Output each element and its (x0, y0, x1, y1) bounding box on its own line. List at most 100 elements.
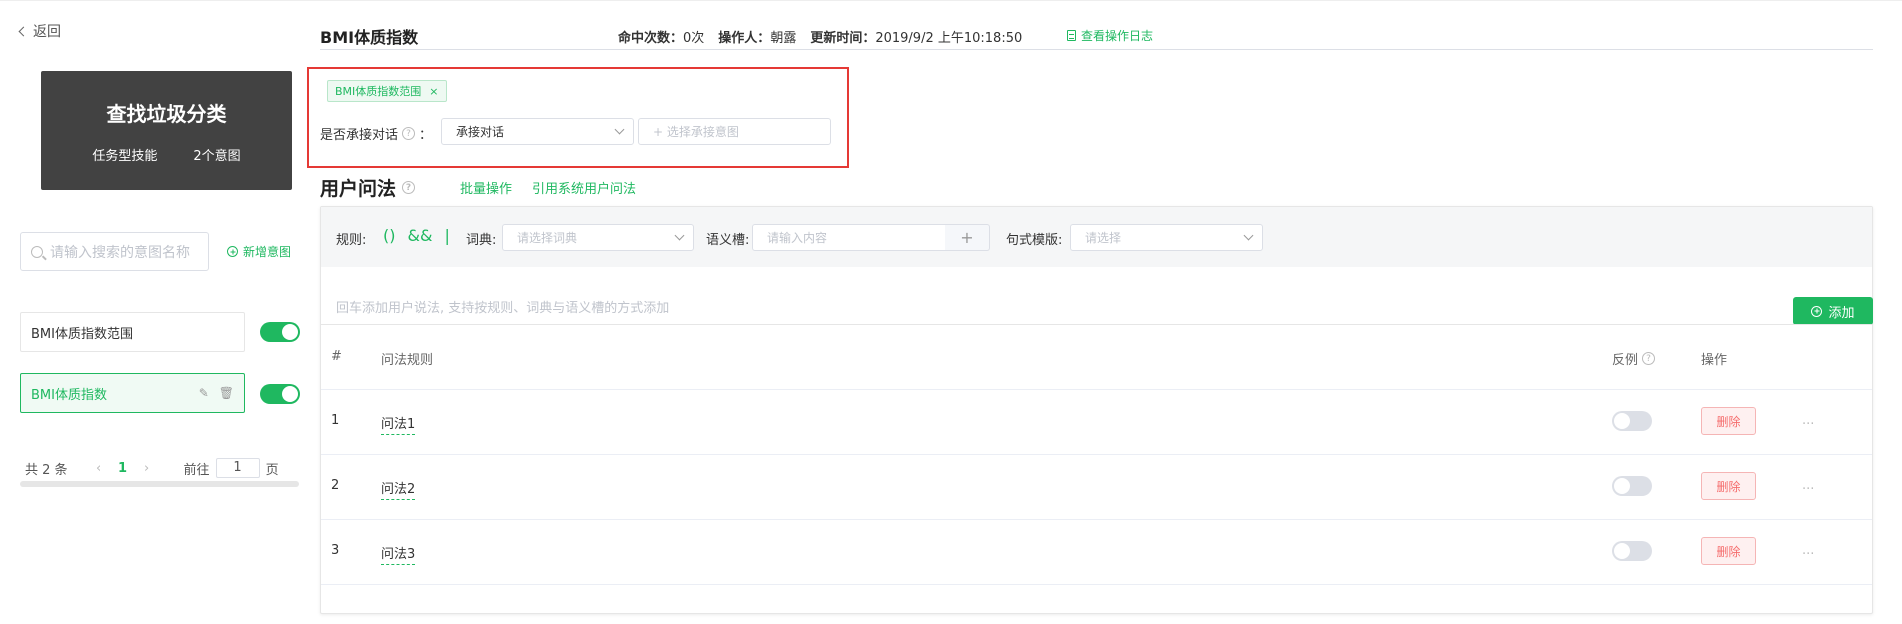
next-page-icon[interactable]: › (134, 461, 160, 476)
edit-icon[interactable]: ✎ (199, 386, 209, 400)
utterance-input[interactable]: 回车添加用户说法, 支持按规则、词典与语义槽的方式添加 (336, 297, 669, 316)
rule-text[interactable]: 问法1 (381, 417, 416, 435)
paren-operator[interactable]: () (383, 226, 395, 245)
table-row: 问法2 (381, 478, 416, 500)
table-top-divider (321, 324, 1872, 325)
follow-label-text: 是否承接对话 (320, 128, 399, 143)
intent-enable-toggle[interactable] (260, 384, 300, 404)
help-icon[interactable]: ? (1642, 352, 1656, 365)
counter-example-toggle[interactable] (1612, 541, 1652, 561)
view-log-label: 查看操作日志 (1081, 29, 1154, 43)
utterances-title: 用户问法 ? (320, 174, 416, 201)
operator-label: 操作人： (718, 31, 771, 46)
updated-label: 更新时间： (810, 31, 876, 46)
row-divider (321, 454, 1872, 455)
delete-button[interactable]: 删除 (1701, 472, 1756, 500)
follow-dialog-label: 是否承接对话 ? ： (320, 124, 432, 143)
col-counter-label: 反例 (1612, 353, 1639, 368)
row-divider (321, 584, 1872, 585)
horizontal-scrollbar[interactable] (20, 481, 299, 487)
or-operator[interactable]: | (444, 226, 449, 245)
template-select[interactable]: 请选择 (1070, 224, 1263, 251)
rule-text[interactable]: 问法2 (381, 482, 416, 500)
reference-system-link[interactable]: 引用系统用户问法 (532, 178, 636, 197)
row-index: 3 (331, 543, 340, 558)
add-intent-button[interactable]: 新增意图 (227, 243, 291, 260)
close-icon[interactable]: × (429, 85, 438, 98)
intent-item-label: BMI体质指数范围 (31, 326, 133, 342)
skill-intent-count: 2个意图 (193, 149, 241, 164)
current-page[interactable]: 1 (112, 461, 134, 476)
col-counter: 反例 ? (1612, 349, 1656, 368)
rule-text[interactable]: 问法3 (381, 547, 416, 565)
follow-select-value: 承接对话 (456, 125, 505, 139)
follow-intent-placeholder: + 选择承接意图 (653, 125, 739, 139)
slot-placeholder: 请输入内容 (767, 231, 828, 245)
intent-enable-toggle[interactable] (260, 322, 300, 342)
and-operator[interactable]: && (407, 226, 432, 245)
page-suffix: 页 (265, 462, 279, 478)
rule-label: 规则: (336, 233, 367, 248)
follow-dialog-select[interactable]: 承接对话 (441, 118, 634, 145)
search-icon (31, 245, 43, 258)
search-placeholder: 请输入搜索的意图名称 (50, 244, 190, 261)
intent-item-label: BMI体质指数 (31, 387, 107, 403)
dict-label: 词典: (466, 233, 497, 248)
pagination-total: 共 2 条 (25, 462, 68, 478)
chevron-down-icon (674, 230, 685, 241)
more-icon[interactable]: ... (1802, 413, 1814, 428)
slot-label: 语义槽: (706, 233, 750, 248)
intent-item-active[interactable]: BMI体质指数 ✎ 🗑 (20, 373, 245, 413)
utterances-title-text: 用户问法 (320, 178, 397, 200)
counter-example-toggle[interactable] (1612, 476, 1652, 496)
col-action: 操作 (1701, 353, 1728, 368)
more-icon[interactable]: ... (1802, 478, 1814, 493)
intent-search-input[interactable]: 请输入搜索的意图名称 (20, 232, 209, 271)
delete-button[interactable]: 删除 (1701, 537, 1756, 565)
slot-input[interactable]: 请输入内容 (752, 224, 946, 251)
dictionary-select[interactable]: 请选择词典 (502, 224, 694, 251)
chevron-down-icon (614, 124, 625, 135)
row-divider (321, 519, 1872, 520)
trash-icon[interactable]: 🗑 (219, 386, 234, 400)
col-index: # (331, 349, 342, 364)
top-divider (0, 0, 1902, 1)
back-label: 返回 (33, 24, 61, 40)
intent-item[interactable]: BMI体质指数范围 (20, 312, 245, 352)
hit-count-label: 命中次数： (618, 31, 684, 46)
hit-count-value: 0次 (683, 31, 705, 46)
add-utterance-button[interactable]: 添加 (1793, 297, 1873, 325)
delete-button[interactable]: 删除 (1701, 407, 1756, 435)
view-log-link[interactable]: 查看操作日志 (1067, 27, 1153, 44)
updated-value: 2019/9/2 上午10:18:50 (875, 31, 1023, 46)
row-divider (321, 389, 1872, 390)
skill-card: 查找垃圾分类 任务型技能 2个意图 (41, 71, 292, 190)
add-utterance-label: 添加 (1828, 305, 1855, 321)
more-icon[interactable]: ... (1802, 543, 1814, 558)
table-row: 问法1 (381, 413, 416, 435)
slot-add-button[interactable]: + (945, 224, 990, 251)
prev-page-icon[interactable]: ‹ (86, 461, 112, 476)
batch-operation-link[interactable]: 批量操作 (460, 178, 512, 197)
row-index: 2 (331, 478, 340, 493)
back-link[interactable]: 返回 (18, 21, 61, 41)
follow-intent-input[interactable]: + 选择承接意图 (638, 118, 831, 145)
goto-page-input[interactable]: 1 (215, 458, 260, 478)
add-intent-label: 新增意图 (243, 245, 292, 259)
plus-circle-icon (227, 246, 238, 257)
counter-example-toggle[interactable] (1612, 411, 1652, 431)
table-row: 问法3 (381, 543, 416, 565)
intent-meta: 命中次数：0次 操作人：朝露 更新时间：2019/9/2 上午10:18:50 (618, 27, 1022, 46)
help-icon[interactable]: ? (402, 127, 416, 140)
template-label: 句式模版: (1006, 233, 1063, 248)
goto-label: 前往 (183, 462, 210, 478)
page-title: BMI体质指数 (320, 28, 419, 47)
context-intent-tag[interactable]: BMI体质指数范围 × (327, 80, 447, 102)
help-icon[interactable]: ? (402, 181, 416, 194)
follow-label-colon: ： (419, 128, 433, 143)
row-index: 1 (331, 413, 340, 428)
pagination: 共 2 条 ‹ 1 › 前往 1 页 (25, 458, 279, 478)
rule-operators: () && | (383, 226, 450, 245)
dict-placeholder: 请选择词典 (517, 231, 578, 245)
header-divider (320, 49, 1873, 50)
